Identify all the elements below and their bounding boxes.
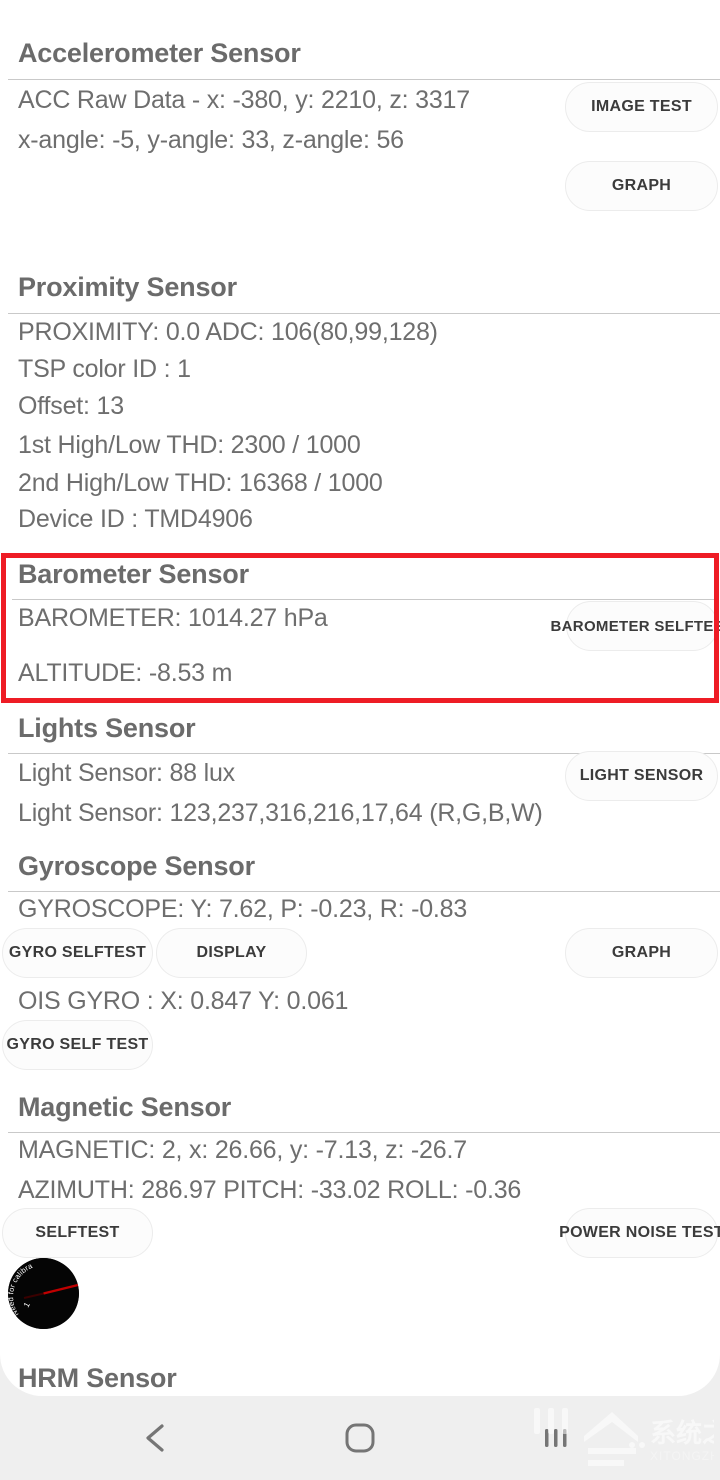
sensor-list-card: Accelerometer Sensor ACC Raw Data - x: -… [0,0,720,1396]
watermark-text-cn: 系统之家 [650,1418,714,1448]
accelerometer-raw-value: ACC Raw Data - x: -380, y: 2210, z: 3317 [18,86,470,114]
nav-recents-button[interactable] [520,1396,592,1480]
divider-barometer [12,599,716,600]
gyroscope-title: Gyroscope Sensor [18,851,255,881]
gyro-graph-button[interactable]: GRAPH [565,928,718,978]
nav-back-button[interactable] [120,1396,192,1480]
proximity-value: PROXIMITY: 0.0 ADC: 106(80,99,128) [18,318,438,346]
home-icon [345,1423,375,1453]
gyro-display-button[interactable]: DISPLAY [156,928,307,978]
compass-dial-icon: Need for calibration 1 [8,1258,79,1329]
light-lux-value: Light Sensor: 88 lux [18,759,235,787]
hrm-title: HRM Sensor [18,1363,177,1393]
gyro-self-test-button[interactable]: GYRO SELF TEST [2,1020,153,1070]
lights-title: Lights Sensor [18,713,196,743]
divider-magnetic [8,1132,720,1133]
accelerometer-graph-button[interactable]: GRAPH [565,161,718,211]
gyroscope-values: GYROSCOPE: Y: 7.62, P: -0.23, R: -0.83 [18,895,468,923]
watermark-text-en: XITONGZHIJIA.NET [650,1449,714,1463]
phone-screen: Accelerometer Sensor ACC Raw Data - x: -… [0,0,720,1480]
magnetic-selftest-button[interactable]: SELFTEST [2,1208,153,1258]
magnetic-orientation-value: AZIMUTH: 286.97 PITCH: -33.02 ROLL: -0.3… [18,1176,522,1204]
gyro-selftest-button[interactable]: GYRO SELFTEST [2,928,153,978]
thd-1st-value: 1st High/Low THD: 2300 / 1000 [18,431,361,459]
section-magnetic: Magnetic Sensor [0,1092,720,1123]
light-rgbw-value: Light Sensor: 123,237,316,216,17,64 (R,G… [18,799,543,827]
divider-proximity [8,313,720,314]
ois-gyro-value: OIS GYRO : X: 0.847 Y: 0.061 [18,987,349,1015]
section-proximity: Proximity Sensor [0,272,720,303]
divider-gyroscope [8,891,720,892]
light-sensor-button[interactable]: LIGHT SENSOR [565,751,718,801]
magnetic-value: MAGNETIC: 2, x: 26.66, y: -7.13, z: -26.… [18,1136,467,1164]
compass-calibration-widget[interactable]: Need for calibration 1 [8,1258,79,1329]
proximity-offset-value: Offset: 13 [18,392,124,420]
image-test-button[interactable]: IMAGE TEST [565,82,718,132]
power-noise-test-button[interactable]: POWER NOISE TEST [559,1208,720,1258]
nav-home-button[interactable] [324,1396,396,1480]
recent-apps-icon [545,1429,567,1447]
accelerometer-title: Accelerometer Sensor [18,38,301,68]
barometer-altitude-value: ALTITUDE: -8.53 m [18,659,233,687]
proximity-device-id-value: Device ID : TMD4906 [18,505,253,533]
divider-accelerometer [8,79,720,80]
section-lights: Lights Sensor [0,713,720,744]
back-icon [146,1424,164,1452]
accelerometer-angle-value: x-angle: -5, y-angle: 33, z-angle: 56 [18,126,404,154]
proximity-title: Proximity Sensor [18,272,237,302]
section-accelerometer: Accelerometer Sensor [0,38,720,69]
system-navigation-bar: 系统之家 XITONGZHIJIA.NET [0,1396,720,1480]
section-hrm: HRM Sensor [0,1363,720,1394]
barometer-title: Barometer Sensor [18,559,249,589]
barometer-pressure-value: BAROMETER: 1014.27 hPa [18,604,328,632]
tsp-color-id-value: TSP color ID : 1 [18,355,191,383]
section-barometer: Barometer Sensor [0,559,720,590]
section-gyroscope: Gyroscope Sensor [0,851,720,882]
thd-2nd-value: 2nd High/Low THD: 16368 / 1000 [18,469,383,497]
barometer-selftest-button[interactable]: BAROMETER SELFTEST [551,601,720,651]
magnetic-title: Magnetic Sensor [18,1092,232,1122]
